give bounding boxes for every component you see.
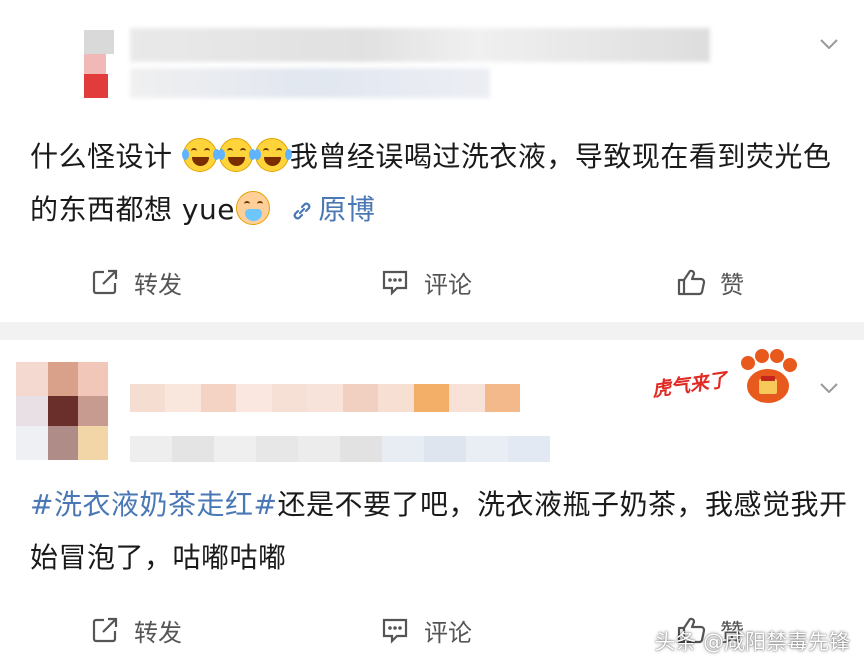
weibo-post-1: 什么怪设计 我曾经误喝过洗衣液，导致现在看到荧光色的东西都想 yue 原博 转发… bbox=[0, 0, 864, 322]
paw-icon bbox=[741, 349, 797, 403]
post-text: #洗衣液奶茶走红#还是不要了吧，洗衣液瓶子奶茶，我感觉我开始冒泡了，咕嘟咕嘟 bbox=[30, 478, 850, 584]
repost-label: 转发 bbox=[134, 618, 182, 647]
thumbs-up-icon bbox=[676, 267, 706, 297]
like-label: 赞 bbox=[720, 270, 744, 299]
like-button[interactable]: 赞 bbox=[676, 262, 744, 302]
avatar[interactable] bbox=[84, 30, 114, 100]
laugh-cry-emoji-icon bbox=[181, 138, 220, 172]
chevron-down-icon[interactable] bbox=[820, 34, 838, 52]
username-redacted bbox=[130, 384, 520, 412]
hashtag-link[interactable]: #洗衣液奶茶走红# bbox=[30, 488, 277, 521]
username-redacted bbox=[130, 28, 710, 62]
avatar[interactable] bbox=[16, 362, 112, 462]
laugh-cry-emoji-icon bbox=[253, 138, 292, 172]
comment-label: 评论 bbox=[424, 270, 472, 299]
post-meta-redacted bbox=[130, 68, 490, 98]
repost-button[interactable]: 转发 bbox=[90, 610, 182, 650]
repost-icon bbox=[90, 267, 120, 297]
post-meta-redacted bbox=[130, 436, 550, 462]
laugh-cry-emoji-icon bbox=[217, 138, 256, 172]
repost-button[interactable]: 转发 bbox=[90, 262, 182, 302]
chevron-down-icon[interactable] bbox=[820, 378, 838, 396]
original-post-link[interactable]: 原博 bbox=[280, 193, 375, 226]
action-bar: 转发 评论 赞 bbox=[0, 262, 864, 302]
post-text-lead: 什么怪设计 bbox=[30, 140, 182, 173]
badge-text: 虎气来了 bbox=[650, 369, 731, 402]
sick-emoji-icon bbox=[235, 191, 270, 225]
comment-icon bbox=[380, 267, 410, 297]
comment-label: 评论 bbox=[424, 618, 472, 647]
comment-icon bbox=[380, 615, 410, 645]
weibo-post-2: 虎气来了 #洗衣液奶茶走红#还是不要了吧，洗衣液瓶子奶茶，我感觉我开始冒泡了，咕… bbox=[0, 340, 864, 670]
repost-icon bbox=[90, 615, 120, 645]
link-icon bbox=[293, 202, 311, 220]
watermark: 头条 @咸阳禁毒先锋 bbox=[654, 630, 850, 654]
post-text: 什么怪设计 我曾经误喝过洗衣液，导致现在看到荧光色的东西都想 yue 原博 bbox=[30, 130, 840, 236]
repost-label: 转发 bbox=[134, 270, 182, 299]
tiger-year-badge: 虎气来了 bbox=[648, 346, 804, 408]
comment-button[interactable]: 评论 bbox=[380, 610, 472, 650]
comment-button[interactable]: 评论 bbox=[380, 262, 472, 302]
